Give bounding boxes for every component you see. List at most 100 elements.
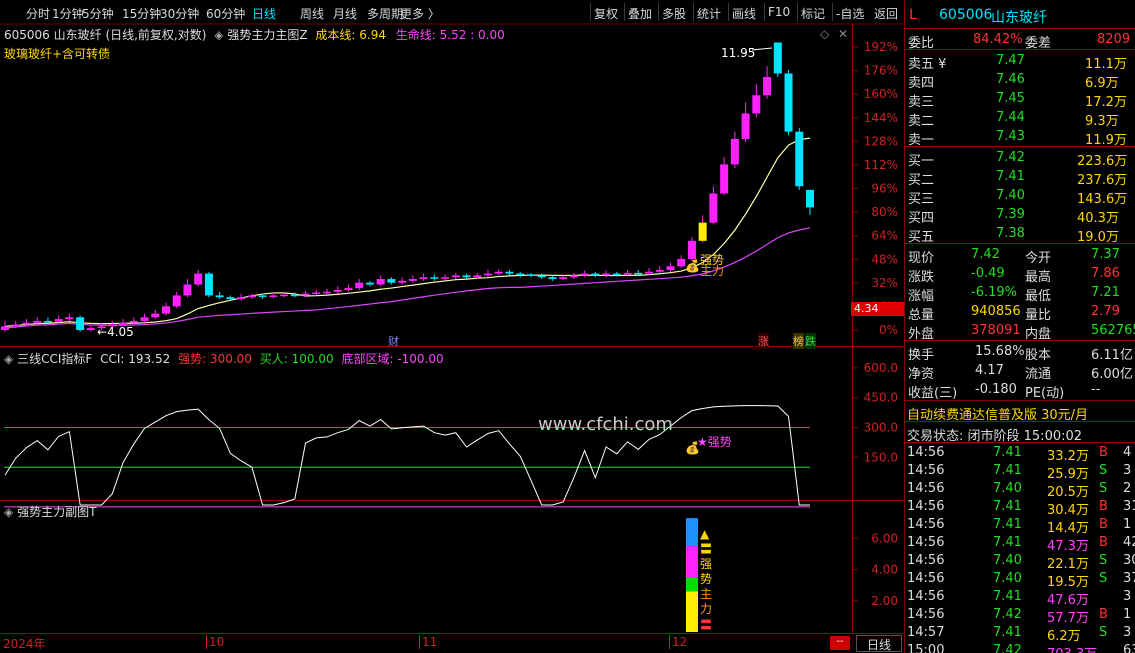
tick-time: 14:56 — [907, 481, 945, 496]
candle-body — [484, 273, 492, 276]
tick-count: 1 — [1123, 607, 1132, 622]
quote-panel: L 605006 山东玻纤 委比 84.42% 委差 8209 卖五 ¥7.47 11.1万 卖四… — [904, 0, 1135, 653]
tick-row-7: 14:567.4019.5万S37 — [905, 569, 1135, 590]
candle-body — [795, 131, 804, 187]
flag: L — [909, 7, 917, 23]
period-select-button[interactable]: 日线 — [856, 635, 902, 652]
cci-line — [4, 405, 810, 506]
tick-time: 14:56 — [907, 589, 945, 604]
tick-direction: B — [1099, 535, 1108, 550]
ask-price: 7.43 — [996, 129, 1025, 144]
promo-link[interactable]: 自动续费通达信普及版 30元/月 — [905, 402, 1135, 423]
current-price-tag: 4.34 — [851, 302, 904, 316]
tick-time: 14:56 — [907, 607, 945, 622]
sub-bar-segment-2 — [686, 577, 698, 592]
cci-strong-signal: ★强势 — [697, 435, 732, 449]
ask-row-4: 卖一 7.43 11.9万 — [905, 127, 1135, 148]
low-price-value: 4.05 — [107, 325, 134, 339]
sub-y-tick-label: 2.00 — [871, 594, 898, 608]
candle-body — [451, 275, 460, 278]
finance-mark[interactable]: 财 — [388, 333, 399, 349]
cci-toggle-icon[interactable]: ◈ — [4, 352, 13, 366]
tick-price: 7.42 — [993, 607, 1022, 622]
candle-body — [54, 319, 63, 322]
candle-body — [752, 95, 761, 114]
stat-row-2: 涨幅 -6.19% 最低 7.21 — [905, 283, 1135, 304]
candle-body — [526, 274, 535, 276]
sub-panel-name[interactable]: 强势主力副图T — [17, 505, 96, 519]
y-axis-labels: 192% 176% 160% 144% 128% 112% 96% 80% 64% 48% 32% 1… — [864, 40, 898, 608]
sub-toggle-icon[interactable]: ◈ — [4, 505, 13, 519]
candle-body — [698, 222, 707, 241]
candle-body — [140, 317, 149, 321]
tick-direction: B — [1099, 517, 1108, 532]
candle-body — [365, 282, 374, 285]
tick-price: 7.41 — [993, 517, 1022, 532]
ask-price: 7.46 — [996, 72, 1025, 87]
candle-body — [33, 320, 42, 323]
cci-buy: 买人: 100.00 — [259, 352, 334, 366]
cost-line — [4, 137, 811, 327]
tick-price: 7.41 — [993, 499, 1022, 514]
limit-up-mark[interactable]: 涨 — [758, 333, 769, 349]
candles — [1, 42, 814, 332]
ask-price: 7.45 — [996, 91, 1025, 106]
tick-row-1: 14:56 7.41 25.9万 S 3 — [905, 461, 1135, 482]
bid-row-3: 买四 7.39 40.3万 — [905, 205, 1135, 226]
double-bar-icon-2: 〓 — [700, 618, 713, 632]
y-tick-label: 80% — [871, 205, 898, 219]
cci-y-tick-label: 450.0 — [864, 391, 898, 405]
sub-char-4: 力 — [700, 602, 713, 616]
candle-body — [76, 317, 85, 330]
candle-body — [763, 77, 772, 96]
stock-name: 山东玻纤 — [991, 10, 1047, 26]
stat-value: 378091 — [971, 323, 1021, 338]
tick-count: 37 — [1123, 571, 1135, 586]
tick-time: 14:56 — [907, 463, 945, 478]
candle-body — [537, 275, 546, 278]
ask-row-0: 卖五 ¥7.47 11.1万 — [905, 51, 1135, 72]
chart-canvas[interactable]: 192% 176% 160% 144% 128% 112% 96% 80% 64% 48% 32% 1… — [0, 0, 904, 653]
stat-value: -6.19% — [971, 285, 1017, 300]
candle-body — [623, 272, 632, 275]
cci-header: ◈ 三线CCI指标F CCI: 193.52 强势: 300.00 买人: 10… — [4, 350, 444, 367]
candle-body — [226, 297, 235, 300]
candle-body — [655, 269, 664, 272]
y-tick-label: 48% — [871, 252, 898, 266]
status-row: 交易状态: 闭市阶段 15:00:02 — [905, 423, 1135, 444]
fin-value: -0.180 — [975, 382, 1017, 397]
stat-row-0: 现价 7.42 今开 7.37 — [905, 245, 1135, 266]
candle-body — [11, 324, 20, 327]
tick-direction: S — [1099, 571, 1108, 586]
stat-value-2: 562765 — [1091, 323, 1135, 338]
fin-label: 收益(三) — [908, 386, 958, 401]
tick-direction: B — [1099, 607, 1108, 622]
candle-body — [687, 240, 696, 260]
x-label-dec: 12 — [669, 635, 687, 649]
candle-body — [183, 284, 192, 296]
candle-body — [258, 295, 267, 297]
stat-value-2: 7.37 — [1091, 247, 1120, 262]
cci-name[interactable]: 三线CCI指标F — [17, 352, 92, 366]
stat-value-2: 2.79 — [1091, 304, 1120, 319]
bid-price: 7.40 — [996, 188, 1025, 203]
fin-value-2: -- — [1091, 382, 1101, 397]
tick-time: 14:56 — [907, 445, 945, 460]
candle-body — [741, 113, 750, 139]
up-arrow-icon: ▲ — [700, 527, 710, 541]
scroll-button[interactable]: -- — [830, 636, 850, 650]
tick-time: 14:56 — [907, 517, 945, 532]
bid-row-1: 买二 7.41 237.6万 — [905, 167, 1135, 188]
candle-body — [441, 277, 450, 279]
tick-volume: 703.3万 — [1047, 643, 1097, 653]
ask-row-1: 卖四 7.46 6.9万 — [905, 70, 1135, 91]
tick-time: 14:56 — [907, 499, 945, 514]
rank-mark[interactable]: 榜 — [793, 333, 804, 349]
money-bag-icon: 💰 — [685, 259, 700, 273]
quote-title: L 605006 山东玻纤 — [905, 5, 1135, 26]
tick-row-0: 14:56 7.41 33.2万 B 4 — [905, 443, 1135, 464]
tick-direction: B — [1099, 499, 1108, 514]
candle-body — [43, 320, 52, 323]
limit-down-mark[interactable]: 跌 — [805, 333, 816, 349]
candle-body — [290, 294, 299, 297]
